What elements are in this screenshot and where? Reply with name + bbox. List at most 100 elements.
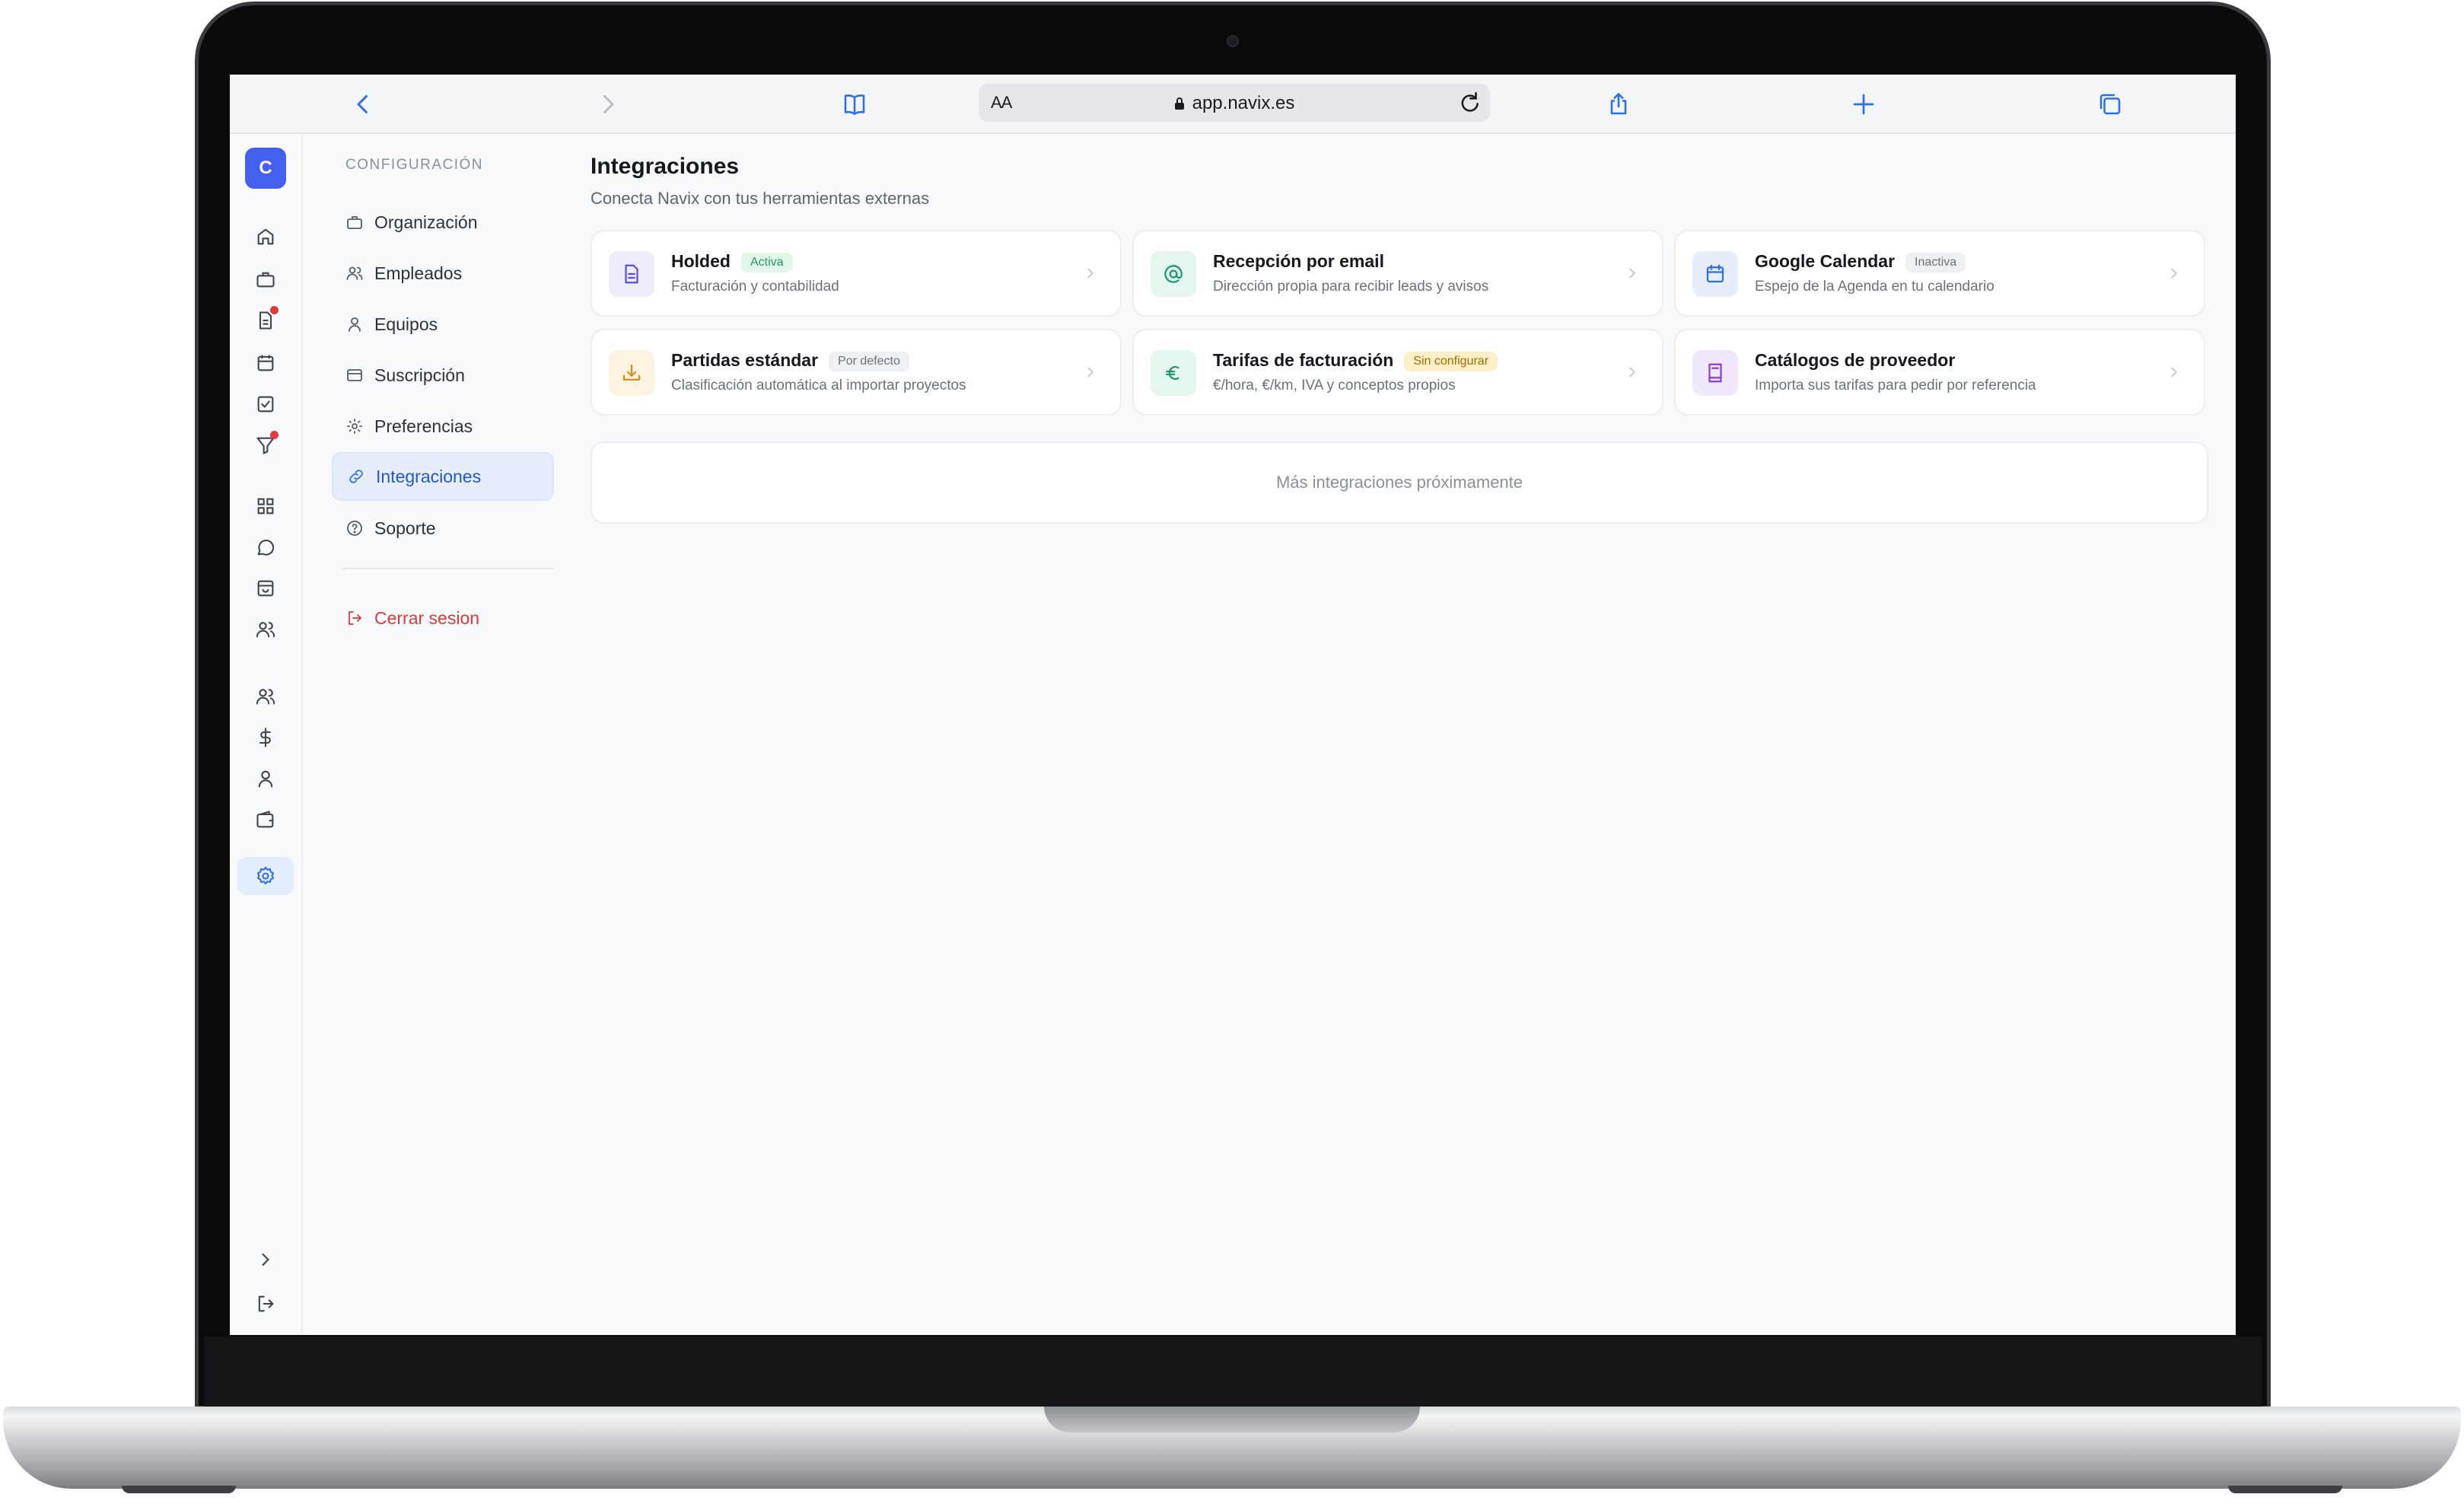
calendar-icon xyxy=(1692,251,1738,297)
camera xyxy=(1227,35,1239,47)
integration-description: Importa sus tarifas para pedir por refer… xyxy=(1755,378,2036,393)
integration-description: €/hora, €/km, IVA y conceptos propios xyxy=(1213,378,1456,393)
book-icon xyxy=(1692,350,1738,396)
briefcase-icon[interactable] xyxy=(248,262,283,297)
link-icon xyxy=(349,470,363,483)
integration-name: Holded xyxy=(671,251,731,271)
integration-title: Tarifas de facturación Sin configurar xyxy=(1213,350,1498,371)
help-circle-icon xyxy=(347,521,362,536)
download-icon xyxy=(609,350,654,396)
chevron-right-icon xyxy=(2171,268,2178,279)
team-icon[interactable] xyxy=(248,679,283,714)
integration-name: Partidas estándar xyxy=(671,350,819,370)
icon-rail: C xyxy=(230,134,303,1335)
bookmarks-icon[interactable] xyxy=(837,87,872,122)
screen: AA app.navix.es C CONFIGURACIÓN Organiza… xyxy=(230,75,2236,1335)
back-icon[interactable] xyxy=(345,87,380,122)
calendar-icon[interactable] xyxy=(248,346,283,381)
user-icon xyxy=(349,317,361,332)
integration-title: Partidas estándar Por defecto xyxy=(671,350,909,371)
nav-item-suscripcion[interactable]: Suscripción xyxy=(332,351,554,400)
nav-item-soporte[interactable]: Soporte xyxy=(332,504,554,553)
integration-card[interactable]: Tarifas de facturación Sin configurar €/ho… xyxy=(1132,329,1663,416)
expand-chevron-icon[interactable] xyxy=(248,1242,283,1277)
integration-title: Google Calendar Inactiva xyxy=(1755,251,1966,272)
integration-name: Google Calendar xyxy=(1755,251,1896,271)
chevron-right-icon xyxy=(1629,367,1636,378)
file-text-icon xyxy=(609,251,654,297)
person-icon[interactable] xyxy=(248,761,283,796)
chevron-right-icon xyxy=(2171,367,2178,378)
filter-icon[interactable] xyxy=(248,428,283,463)
integration-card[interactable]: Holded Activa Facturación y contabilidad xyxy=(591,230,1122,317)
credit-card-icon xyxy=(347,369,362,381)
main-content: Integraciones Conecta Navix con tus herr… xyxy=(591,134,2219,1335)
integration-description: Clasificación automática al importar pro… xyxy=(671,378,966,393)
integration-card[interactable]: Recepción por email Dirección propia para… xyxy=(1132,230,1663,317)
logout-button[interactable]: Cerrar sesion xyxy=(332,594,554,642)
tabs-overview-icon[interactable] xyxy=(2093,87,2128,122)
integration-title: Holded Activa xyxy=(671,251,793,272)
reload-icon[interactable] xyxy=(1456,90,1482,116)
settings-icon[interactable] xyxy=(237,857,294,895)
page-title: Integraciones xyxy=(591,154,740,179)
new-tab-icon[interactable] xyxy=(1846,87,1881,122)
laptop-chin xyxy=(204,1337,2262,1407)
at-sign-icon xyxy=(1151,251,1196,297)
integration-description: Espejo de la Agenda en tu calendario xyxy=(1755,279,1994,295)
checkbox-icon[interactable] xyxy=(248,387,283,422)
logout-icon xyxy=(349,611,361,625)
dollar-icon[interactable] xyxy=(248,720,283,755)
grid-icon[interactable] xyxy=(248,489,283,524)
nav-section-title: CONFIGURACIÓN xyxy=(345,157,483,173)
users-icon[interactable] xyxy=(248,612,283,647)
nav-item-organizacion[interactable]: Organización xyxy=(332,198,554,247)
inbox-icon[interactable] xyxy=(248,571,283,606)
briefcase-icon xyxy=(347,216,362,229)
nav-item-equipos[interactable]: Equipos xyxy=(332,300,554,349)
integration-name: Catálogos de proveedor xyxy=(1755,350,1956,370)
notification-dot xyxy=(270,306,279,314)
address-bar[interactable]: AA app.navix.es xyxy=(979,84,1490,122)
integration-description: Facturación y contabilidad xyxy=(671,279,839,295)
chevron-right-icon xyxy=(1629,268,1636,279)
nav-item-empleados[interactable]: Empleados xyxy=(332,249,554,298)
nav-item-label: Organización xyxy=(374,212,478,232)
nav-item-label: Empleados xyxy=(374,263,463,283)
more-integrations-note: Más integraciones próximamente xyxy=(591,441,2208,524)
nav-item-label: Equipos xyxy=(374,314,438,334)
status-badge: Sin configurar xyxy=(1404,352,1498,371)
wallet-icon[interactable] xyxy=(248,802,283,837)
integration-card[interactable]: Partidas estándar Por defecto Clasificació… xyxy=(591,329,1122,416)
nav-item-label: Integraciones xyxy=(376,466,482,486)
nav-item-label: Soporte xyxy=(374,518,436,538)
integration-card[interactable]: Google Calendar Inactiva Espejo de la Agen… xyxy=(1674,230,2205,317)
integration-name: Recepción por email xyxy=(1213,251,1384,271)
nav-item-integraciones[interactable]: Integraciones xyxy=(332,452,554,501)
status-badge: Activa xyxy=(740,253,793,272)
status-badge: Por defecto xyxy=(829,352,909,371)
chevron-right-icon xyxy=(1087,268,1094,279)
notification-dot xyxy=(270,431,279,439)
laptop-foot xyxy=(2228,1486,2342,1493)
nav-divider xyxy=(342,568,554,569)
integration-name: Tarifas de facturación xyxy=(1213,350,1394,370)
logout-icon[interactable] xyxy=(248,1286,283,1321)
document-icon[interactable] xyxy=(248,303,283,338)
settings-nav: CONFIGURACIÓN Organización Empleados Equ… xyxy=(303,134,569,1335)
browser-toolbar: AA app.navix.es xyxy=(230,75,2236,134)
share-icon[interactable] xyxy=(1601,87,1636,122)
sun-icon xyxy=(347,419,362,434)
integration-title: Catálogos de proveedor xyxy=(1755,350,1955,371)
home-icon[interactable] xyxy=(248,219,283,254)
users-icon xyxy=(346,266,363,280)
lock-icon xyxy=(1174,97,1184,110)
url-text: app.navix.es xyxy=(1192,93,1295,113)
nav-item-preferencias[interactable]: Preferencias xyxy=(332,402,554,451)
forward-icon[interactable] xyxy=(591,87,626,122)
url-display[interactable]: app.navix.es xyxy=(979,93,1490,114)
chat-icon[interactable] xyxy=(248,530,283,565)
avatar[interactable]: C xyxy=(245,148,286,189)
integration-card[interactable]: Catálogos de proveedor Importa sus tarifa… xyxy=(1674,329,2205,416)
nav-item-label: Suscripción xyxy=(374,365,465,385)
